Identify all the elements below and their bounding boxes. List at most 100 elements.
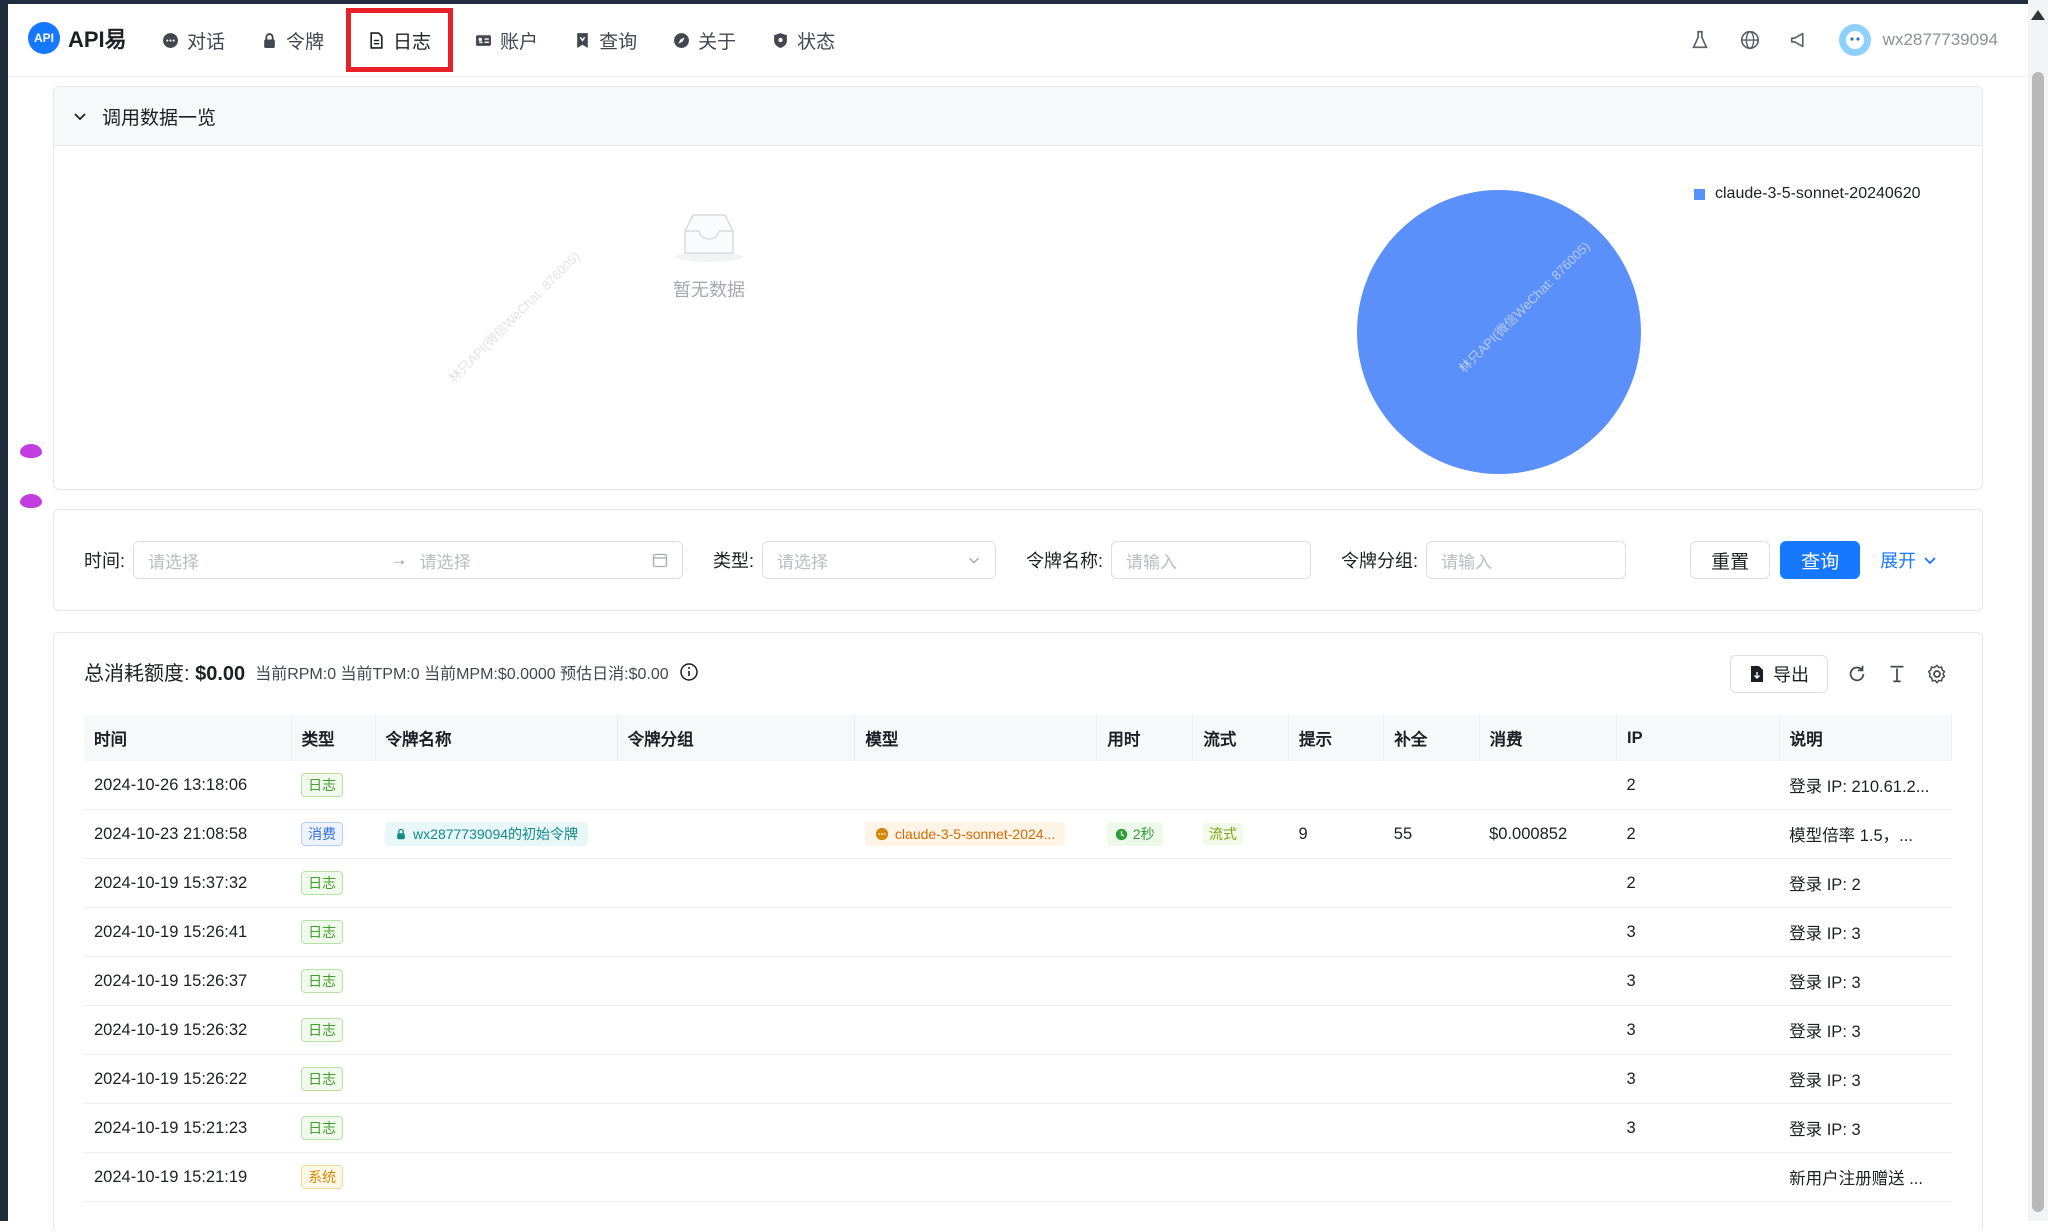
cell-description: 登录 IP: 3 [1779, 956, 1952, 1006]
info-icon[interactable] [679, 662, 699, 682]
range-arrow-icon: → [390, 550, 408, 569]
col-type[interactable]: 类型 [291, 715, 376, 761]
nav-item-log[interactable]: 日志 [342, 4, 457, 76]
cell-time: 2024-10-19 15:21:19 [84, 1152, 292, 1202]
cell-ip: 3 [1616, 907, 1780, 957]
cell-ip: 2 [1616, 809, 1780, 859]
model-tag[interactable]: claude-3-5-sonnet-2024... [864, 822, 1066, 846]
cell-stream [1192, 1054, 1289, 1104]
export-button[interactable]: 导出 [1730, 655, 1828, 693]
user-menu[interactable]: wx2877739094 [1838, 24, 1998, 56]
cell-completion-text: 55 [1393, 824, 1413, 843]
cell-description-text: 登录 IP: 3 [1789, 1023, 1861, 1041]
nav-item-account[interactable]: 账户 [457, 4, 556, 76]
cell-type: 日志 [291, 1005, 376, 1055]
table-row[interactable]: 2024-10-26 13:18:06 日志 2 登录 IP: 210.61.2... [84, 761, 1952, 810]
table-row[interactable]: 2024-10-19 15:26:41 日志 3 登录 IP: 3 [84, 907, 1952, 957]
nav-item-chat[interactable]: 对话 [144, 4, 243, 76]
cell-completion [1383, 1152, 1480, 1202]
top-navbar: API API易 对话 令牌 日志 账户 查询 关于 状态 wx28777390… [8, 4, 2028, 77]
col-stream[interactable]: 流式 [1192, 715, 1289, 761]
refresh-icon[interactable] [1846, 663, 1868, 685]
overview-header[interactable]: 调用数据一览 [54, 87, 1982, 146]
cell-token-group [617, 1103, 855, 1153]
chart-legend[interactable]: claude-3-5-sonnet-20240620 [1694, 185, 1920, 203]
start-date-input[interactable]: 请选择 [148, 548, 378, 573]
cell-cost [1479, 907, 1617, 957]
cell-time: 2024-10-19 15:37:32 [84, 858, 292, 908]
table-row[interactable]: 2024-10-19 15:21:19 系统 新用户注册赠送 ... [84, 1152, 1952, 1202]
cell-duration [1096, 956, 1193, 1006]
nav-item-token[interactable]: 令牌 [243, 4, 342, 76]
column-height-icon[interactable] [1886, 663, 1908, 685]
cell-description-text: 登录 IP: 3 [1789, 974, 1861, 992]
flask-icon[interactable] [1689, 29, 1711, 51]
table-row[interactable]: 2024-10-19 15:37:32 日志 2 登录 IP: 2 [84, 858, 1952, 908]
cell-ip-text: 2 [1626, 775, 1636, 794]
cell-duration [1096, 1005, 1193, 1055]
token-group-input[interactable]: 请输入 [1426, 541, 1627, 579]
cell-description-text: 登录 IP: 2 [1789, 876, 1861, 894]
col-ip[interactable]: IP [1616, 715, 1780, 761]
floating-dot-top[interactable] [20, 444, 42, 458]
col-time[interactable]: 时间 [84, 715, 292, 761]
cell-stream [1192, 956, 1289, 1006]
chat-icon [163, 32, 178, 48]
settings-icon[interactable] [1926, 663, 1948, 685]
table-row[interactable]: 2024-10-19 15:26:22 日志 3 登录 IP: 3 [84, 1054, 1952, 1104]
nav-item-query[interactable]: 查询 [556, 4, 655, 76]
cell-description: 登录 IP: 3 [1779, 907, 1952, 957]
cell-description: 新用户注册赠送 ... [1779, 1152, 1952, 1202]
brand[interactable]: API API易 [28, 22, 127, 54]
table-row[interactable]: 2024-10-19 15:26:32 日志 3 登录 IP: 3 [84, 1005, 1952, 1055]
col-token-name[interactable]: 令牌名称 [375, 715, 618, 761]
cell-stream [1192, 858, 1289, 908]
cell-type: 日志 [291, 1054, 376, 1104]
scroll-up-arrow[interactable] [2031, 10, 2045, 20]
cell-type: 日志 [291, 761, 376, 810]
floating-dot-bottom[interactable] [20, 494, 42, 508]
clock-icon [1115, 828, 1128, 840]
token-tag[interactable]: wx2877739094的初始令牌 [385, 822, 589, 846]
table-row[interactable]: 2024-10-19 15:21:23 日志 3 登录 IP: 3 [84, 1103, 1952, 1153]
cell-description: 登录 IP: 3 [1779, 1005, 1952, 1055]
col-token-group[interactable]: 令牌分组 [617, 715, 856, 761]
table-row[interactable]: 2024-10-23 21:08:58 消费 wx2877739094的初始令牌 cl… [84, 809, 1952, 859]
vertical-scrollbar[interactable] [2028, 0, 2048, 1221]
col-duration[interactable]: 用时 [1096, 715, 1194, 761]
col-cost[interactable]: 消费 [1479, 715, 1618, 761]
cell-description: 登录 IP: 3 [1779, 1054, 1952, 1104]
nav-label: 令牌 [286, 31, 325, 53]
cell-duration [1096, 1152, 1193, 1202]
cell-model [854, 1054, 1097, 1104]
query-button[interactable]: 查询 [1780, 541, 1861, 579]
nav-item-status[interactable]: 状态 [754, 4, 853, 76]
reset-button[interactable]: 重置 [1690, 541, 1771, 579]
date-range-picker[interactable]: 请选择 → 请选择 [133, 541, 684, 579]
col-completion[interactable]: 补全 [1383, 715, 1480, 761]
megaphone-icon[interactable] [1789, 29, 1811, 51]
table-row[interactable]: 2024-10-19 15:26:37 日志 3 登录 IP: 3 [84, 956, 1952, 1006]
globe-icon[interactable] [1739, 29, 1761, 51]
cell-cost [1479, 1005, 1617, 1055]
nav-label: 对话 [187, 31, 226, 53]
cell-ip-text: 2 [1626, 873, 1636, 892]
col-prompt[interactable]: 提示 [1288, 715, 1385, 761]
token-name-input[interactable]: 请输入 [1111, 541, 1312, 579]
cell-cost [1479, 1054, 1617, 1104]
col-description[interactable]: 说明 [1779, 715, 1953, 761]
nav-item-about[interactable]: 关于 [655, 4, 754, 76]
cell-time: 2024-10-19 15:26:32 [84, 1005, 292, 1055]
cell-prompt [1288, 1005, 1384, 1055]
expand-button[interactable]: 展开 [1880, 547, 1938, 573]
time-label: 时间: [84, 551, 126, 571]
scroll-thumb[interactable] [2032, 72, 2044, 1212]
cell-cost [1479, 1152, 1617, 1202]
col-model[interactable]: 模型 [854, 715, 1098, 761]
cell-time-text: 2024-10-19 15:26:41 [94, 922, 248, 941]
end-date-input[interactable]: 请选择 [420, 548, 640, 573]
type-select[interactable]: 请选择 [762, 541, 997, 579]
nav-label: 日志 [393, 31, 432, 53]
pie-slice[interactable] [1357, 190, 1641, 474]
cell-model [854, 1005, 1097, 1055]
